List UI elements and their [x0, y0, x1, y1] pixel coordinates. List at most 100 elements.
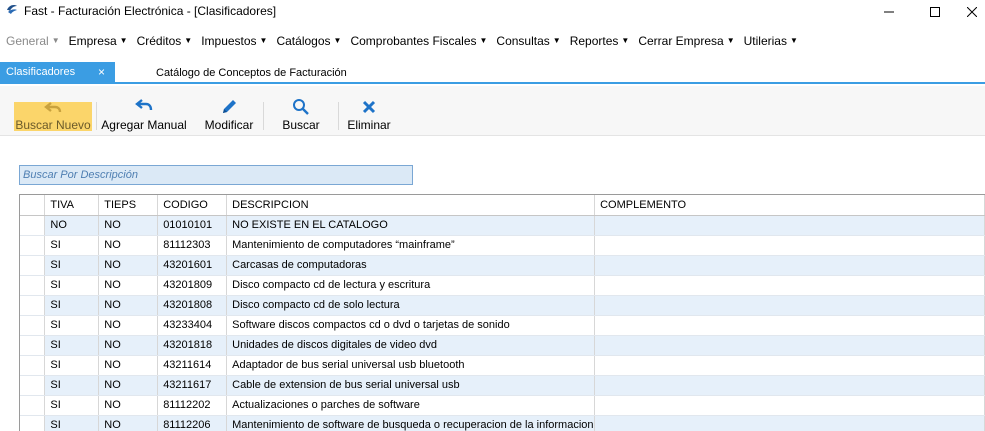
menu-consultas[interactable]: Consultas ▼: [496, 34, 560, 48]
cell-tiva[interactable]: SI: [44, 235, 100, 256]
cell-tiva[interactable]: SI: [44, 275, 100, 296]
menu-cerrar-empresa[interactable]: Cerrar Empresa ▼: [638, 34, 734, 48]
row-selector[interactable]: [20, 215, 46, 236]
cell-codigo[interactable]: 81112303: [157, 235, 228, 256]
table-row[interactable]: NO NO 01010101 NO EXISTE EN EL CATALOGO: [20, 215, 985, 236]
cell-tiva[interactable]: SI: [44, 335, 100, 356]
cell-codigo[interactable]: 43201808: [157, 295, 228, 316]
cell-tiva[interactable]: SI: [44, 395, 100, 416]
cell-descripcion[interactable]: Unidades de discos digitales de video dv…: [226, 335, 596, 356]
cell-complemento[interactable]: [594, 215, 985, 236]
row-selector[interactable]: [20, 275, 46, 296]
tab-clasificadores[interactable]: Clasificadores ×: [0, 62, 115, 84]
cell-codigo[interactable]: 43211617: [157, 375, 228, 396]
row-selector[interactable]: [20, 295, 46, 316]
menu-creditos[interactable]: Créditos ▼: [137, 34, 193, 48]
cell-descripcion[interactable]: Software discos compactos cd o dvd o tar…: [226, 315, 596, 336]
cell-codigo[interactable]: 81112202: [157, 395, 228, 416]
table-row[interactable]: SI NO 43201808 Disco compacto cd de solo le…: [20, 295, 985, 316]
table-row[interactable]: SI NO 81112202 Actualizaciones o parches de…: [20, 395, 985, 416]
table-row[interactable]: SI NO 43201601 Carcasas de computadoras: [20, 255, 985, 276]
cell-codigo[interactable]: 43211614: [157, 355, 228, 376]
menu-impuestos[interactable]: Impuestos ▼: [201, 34, 267, 48]
minimize-button[interactable]: [866, 0, 912, 24]
cell-tieps[interactable]: NO: [98, 335, 159, 356]
cell-tieps[interactable]: NO: [98, 255, 159, 276]
cell-tieps[interactable]: NO: [98, 355, 159, 376]
cell-complemento[interactable]: [594, 255, 985, 276]
cell-descripcion[interactable]: Disco compacto cd de lectura y escritura: [226, 275, 596, 296]
column-header-descripcion[interactable]: DESCRIPCION: [226, 195, 596, 216]
row-selector[interactable]: [20, 315, 46, 336]
cell-tieps[interactable]: NO: [98, 375, 159, 396]
cell-descripcion[interactable]: Adaptador de bus serial universal usb bl…: [226, 355, 596, 376]
cell-tiva[interactable]: SI: [44, 415, 100, 431]
cell-complemento[interactable]: [594, 315, 985, 336]
cell-codigo[interactable]: 43201809: [157, 275, 228, 296]
row-selector[interactable]: [20, 395, 46, 416]
cell-codigo[interactable]: 43201601: [157, 255, 228, 276]
row-selector[interactable]: [20, 255, 46, 276]
buscar-button[interactable]: Buscar: [276, 86, 326, 134]
maximize-button[interactable]: [912, 0, 958, 24]
cell-tieps[interactable]: NO: [98, 295, 159, 316]
cell-codigo[interactable]: 81112206: [157, 415, 228, 431]
cell-codigo[interactable]: 43201818: [157, 335, 228, 356]
modificar-button[interactable]: Modificar: [200, 86, 258, 134]
table-row[interactable]: SI NO 43233404 Software discos compactos cd…: [20, 315, 985, 336]
row-selector[interactable]: [20, 415, 46, 431]
cell-tieps[interactable]: NO: [98, 235, 159, 256]
cell-tiva[interactable]: SI: [44, 255, 100, 276]
table-row[interactable]: SI NO 81112206 Mantenimiento de software de…: [20, 415, 985, 431]
cell-descripcion[interactable]: Cable de extension de bus serial univers…: [226, 375, 596, 396]
cell-complemento[interactable]: [594, 235, 985, 256]
cell-descripcion[interactable]: Disco compacto cd de solo lectura: [226, 295, 596, 316]
menu-comprobantes-fiscales[interactable]: Comprobantes Fiscales ▼: [350, 34, 487, 48]
cell-tieps[interactable]: NO: [98, 395, 159, 416]
cell-descripcion[interactable]: Carcasas de computadoras: [226, 255, 596, 276]
search-description-input[interactable]: Buscar Por Descripción: [19, 165, 413, 185]
cell-descripcion[interactable]: Mantenimiento de software de busqueda o …: [226, 415, 596, 431]
cell-tiva[interactable]: SI: [44, 355, 100, 376]
cell-descripcion[interactable]: NO EXISTE EN EL CATALOGO: [226, 215, 596, 236]
cell-tiva[interactable]: SI: [44, 315, 100, 336]
column-header-tiva[interactable]: TIVA: [44, 195, 100, 216]
cell-complemento[interactable]: [594, 335, 985, 356]
close-window-button[interactable]: [958, 0, 985, 24]
column-header-codigo[interactable]: CODIGO: [157, 195, 228, 216]
table-row[interactable]: SI NO 43201809 Disco compacto cd de lectura…: [20, 275, 985, 296]
cell-descripcion[interactable]: Actualizaciones o parches de software: [226, 395, 596, 416]
row-selector[interactable]: [20, 235, 46, 256]
menu-catalogos[interactable]: Catálogos ▼: [276, 34, 341, 48]
cell-complemento[interactable]: [594, 395, 985, 416]
table-row[interactable]: SI NO 43201818 Unidades de discos digitales…: [20, 335, 985, 356]
cell-codigo[interactable]: 01010101: [157, 215, 228, 236]
buscar-nuevo-button[interactable]: Buscar Nuevo: [14, 102, 92, 132]
cell-complemento[interactable]: [594, 275, 985, 296]
cell-codigo[interactable]: 43233404: [157, 315, 228, 336]
column-header-complemento[interactable]: COMPLEMENTO: [594, 195, 985, 216]
column-header-tieps[interactable]: TIEPS: [98, 195, 159, 216]
row-selector[interactable]: [20, 335, 46, 356]
menu-general[interactable]: General ▼: [6, 34, 60, 48]
table-row[interactable]: SI NO 81112303 Mantenimiento de computadore…: [20, 235, 985, 256]
agregar-manual-button[interactable]: Agregar Manual: [98, 86, 190, 134]
menu-utilerias[interactable]: Utilerias ▼: [744, 34, 798, 48]
row-selector[interactable]: [20, 355, 46, 376]
tab-close-icon[interactable]: ×: [98, 65, 105, 79]
eliminar-button[interactable]: Eliminar: [343, 86, 395, 134]
cell-descripcion[interactable]: Mantenimiento de computadores “mainframe…: [226, 235, 596, 256]
cell-tiva[interactable]: SI: [44, 295, 100, 316]
cell-complemento[interactable]: [594, 295, 985, 316]
cell-complemento[interactable]: [594, 375, 985, 396]
row-selector[interactable]: [20, 375, 46, 396]
cell-tiva[interactable]: NO: [44, 215, 100, 236]
cell-tieps[interactable]: NO: [98, 315, 159, 336]
table-row[interactable]: SI NO 43211617 Cable de extension de bus se…: [20, 375, 985, 396]
cell-tiva[interactable]: SI: [44, 375, 100, 396]
menu-reportes[interactable]: Reportes ▼: [570, 34, 630, 48]
cell-complemento[interactable]: [594, 355, 985, 376]
menu-empresa[interactable]: Empresa ▼: [69, 34, 128, 48]
cell-tieps[interactable]: NO: [98, 275, 159, 296]
table-row[interactable]: SI NO 43211614 Adaptador de bus serial univ…: [20, 355, 985, 376]
